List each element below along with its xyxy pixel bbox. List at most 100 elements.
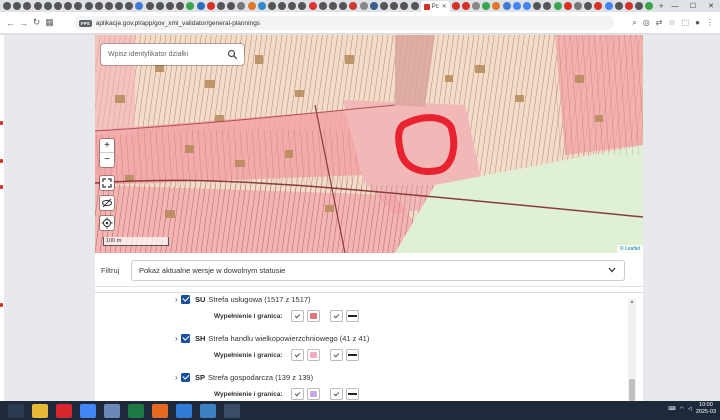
back-icon[interactable]: ← — [4, 18, 17, 28]
close-window-button[interactable]: ✕ — [702, 2, 720, 10]
taskbar-file-explorer-icon[interactable] — [32, 403, 48, 418]
tab-favicon-icon[interactable] — [145, 2, 154, 10]
scrollbar-thumb[interactable] — [629, 379, 635, 401]
locate-button[interactable] — [100, 216, 114, 230]
tab-favicon-icon[interactable] — [257, 2, 266, 10]
tab-favicon-icon[interactable] — [329, 2, 337, 10]
tab-favicon-icon[interactable] — [410, 2, 419, 10]
border-swatch[interactable] — [345, 349, 359, 361]
tab-favicon-icon[interactable] — [23, 2, 32, 10]
tab-favicon-icon[interactable] — [461, 2, 470, 10]
tab-grid-icon[interactable]: ▦ — [43, 17, 56, 28]
translate-icon[interactable]: ⇄ — [656, 18, 663, 28]
border-toggle-checkbox[interactable] — [329, 310, 343, 322]
taskbar-firefox-icon[interactable] — [152, 403, 168, 418]
tab-favicon-icon[interactable] — [115, 2, 124, 10]
tab-favicon-icon[interactable] — [502, 2, 511, 10]
tab-favicon-icon[interactable] — [3, 2, 11, 10]
search-icon[interactable]: ⌕ — [632, 18, 636, 28]
tab-favicon-icon[interactable] — [216, 2, 225, 10]
parcel-search-input[interactable]: Wpisz identyfikator działki — [108, 51, 188, 58]
expand-chevron-icon[interactable]: › — [175, 295, 178, 304]
expand-chevron-icon[interactable]: › — [175, 373, 178, 382]
network-icon[interactable]: ◠ — [680, 406, 684, 412]
address-bar[interactable]: FPS aplikacje.gov.pl/app/gov_xml_validat… — [74, 16, 614, 30]
map-attribution[interactable]: © Leaflet — [616, 245, 643, 253]
tab-favicon-icon[interactable] — [553, 2, 562, 10]
tab-favicon-icon[interactable] — [247, 2, 256, 10]
tab-favicon-icon[interactable] — [155, 2, 164, 10]
tab-favicon-icon[interactable] — [533, 2, 542, 10]
tab-favicon-icon[interactable] — [512, 2, 521, 10]
taskbar-windows-start-icon[interactable] — [8, 403, 24, 418]
tab-favicon-icon[interactable] — [604, 2, 613, 10]
tab-favicon-icon[interactable] — [400, 2, 409, 10]
tab-favicon-icon[interactable] — [339, 2, 348, 10]
tab-favicon-icon[interactable] — [523, 2, 532, 10]
profile-icon[interactable]: ● — [695, 18, 700, 28]
border-swatch[interactable] — [345, 388, 359, 400]
tab-favicon-icon[interactable] — [206, 2, 215, 10]
tab-favicon-icon[interactable] — [573, 2, 582, 10]
tab-favicon-icon[interactable] — [482, 2, 491, 10]
legend-scrollbar[interactable]: ▲ — [628, 299, 636, 401]
tab-favicon-icon[interactable] — [237, 2, 246, 10]
tab-favicon-icon[interactable] — [472, 2, 481, 10]
layer-checkbox[interactable] — [181, 294, 190, 304]
bookmark-star-icon[interactable]: ☆ — [668, 18, 675, 28]
tab-favicon-icon[interactable] — [125, 2, 134, 10]
tab-favicon-icon[interactable] — [492, 2, 501, 10]
close-tab-icon[interactable]: ✕ — [442, 3, 447, 10]
border-toggle-checkbox[interactable] — [329, 388, 343, 400]
clock[interactable]: 10:00 2025-03 — [696, 402, 716, 416]
maximize-button[interactable]: ☐ — [684, 2, 702, 10]
tab-favicon-icon[interactable] — [135, 2, 144, 10]
tab-favicon-icon[interactable] — [43, 2, 52, 10]
taskbar-chrome-icon[interactable] — [80, 403, 96, 418]
zoom-in-button[interactable]: + — [100, 139, 114, 153]
tab-favicon-icon[interactable] — [318, 2, 327, 10]
taskbar-excel-icon[interactable] — [128, 403, 144, 418]
reload-icon[interactable]: ↻ — [30, 17, 43, 28]
search-icon[interactable] — [227, 49, 238, 60]
taskbar-app-phi-icon[interactable] — [200, 403, 216, 418]
tab-favicon-icon[interactable] — [104, 2, 113, 10]
tab-favicon-icon[interactable] — [369, 2, 378, 10]
camera-icon[interactable]: ◎ — [643, 18, 650, 28]
tab-favicon-icon[interactable] — [74, 2, 83, 10]
tab-favicon-icon[interactable] — [584, 2, 593, 10]
tab-favicon-icon[interactable] — [635, 2, 644, 10]
fill-swatch[interactable] — [306, 388, 320, 400]
tab-favicon-icon[interactable] — [33, 2, 42, 10]
tab-favicon-icon[interactable] — [64, 2, 73, 10]
tab-favicon-icon[interactable] — [278, 2, 287, 10]
tab-favicon-icon[interactable] — [594, 2, 603, 10]
tab-favicon-icon[interactable] — [451, 2, 460, 10]
leaflet-link[interactable]: © Leaflet — [620, 246, 640, 252]
tab-favicon-icon[interactable] — [308, 2, 317, 10]
legend-item-sp[interactable]: › SP Strefa gospodarcza (139 z 139) — [175, 370, 313, 384]
tab-favicon-icon[interactable] — [53, 2, 62, 10]
fill-toggle-checkbox[interactable] — [290, 388, 304, 400]
expand-chevron-icon[interactable]: › — [175, 334, 178, 343]
tab-favicon-icon[interactable] — [227, 2, 236, 10]
tab-favicon-icon[interactable] — [186, 2, 195, 10]
legend-item-su[interactable]: › SU Strefa usługowa (1517 z 1517) — [175, 293, 311, 306]
scroll-up-icon[interactable]: ▲ — [628, 299, 636, 305]
fill-toggle-checkbox[interactable] — [290, 349, 304, 361]
tab-favicon-icon[interactable] — [614, 2, 623, 10]
border-toggle-checkbox[interactable] — [329, 349, 343, 361]
fill-toggle-checkbox[interactable] — [290, 310, 304, 322]
map-view[interactable]: Wpisz identyfikator działki + − 100 m © … — [95, 35, 643, 253]
parcel-search-box[interactable]: Wpisz identyfikator działki — [101, 44, 244, 65]
tab-favicon-icon[interactable] — [359, 2, 368, 10]
border-swatch[interactable] — [345, 310, 359, 322]
tab-favicon-icon[interactable] — [379, 2, 388, 10]
taskbar-app-dark-icon[interactable] — [224, 403, 240, 418]
minimize-button[interactable]: — — [666, 3, 684, 10]
tab-favicon-icon[interactable] — [166, 2, 174, 10]
tab-favicon-icon[interactable] — [298, 2, 307, 10]
tab-favicon-icon[interactable] — [288, 2, 297, 10]
layer-checkbox[interactable] — [181, 372, 190, 382]
fill-swatch[interactable] — [306, 310, 320, 322]
